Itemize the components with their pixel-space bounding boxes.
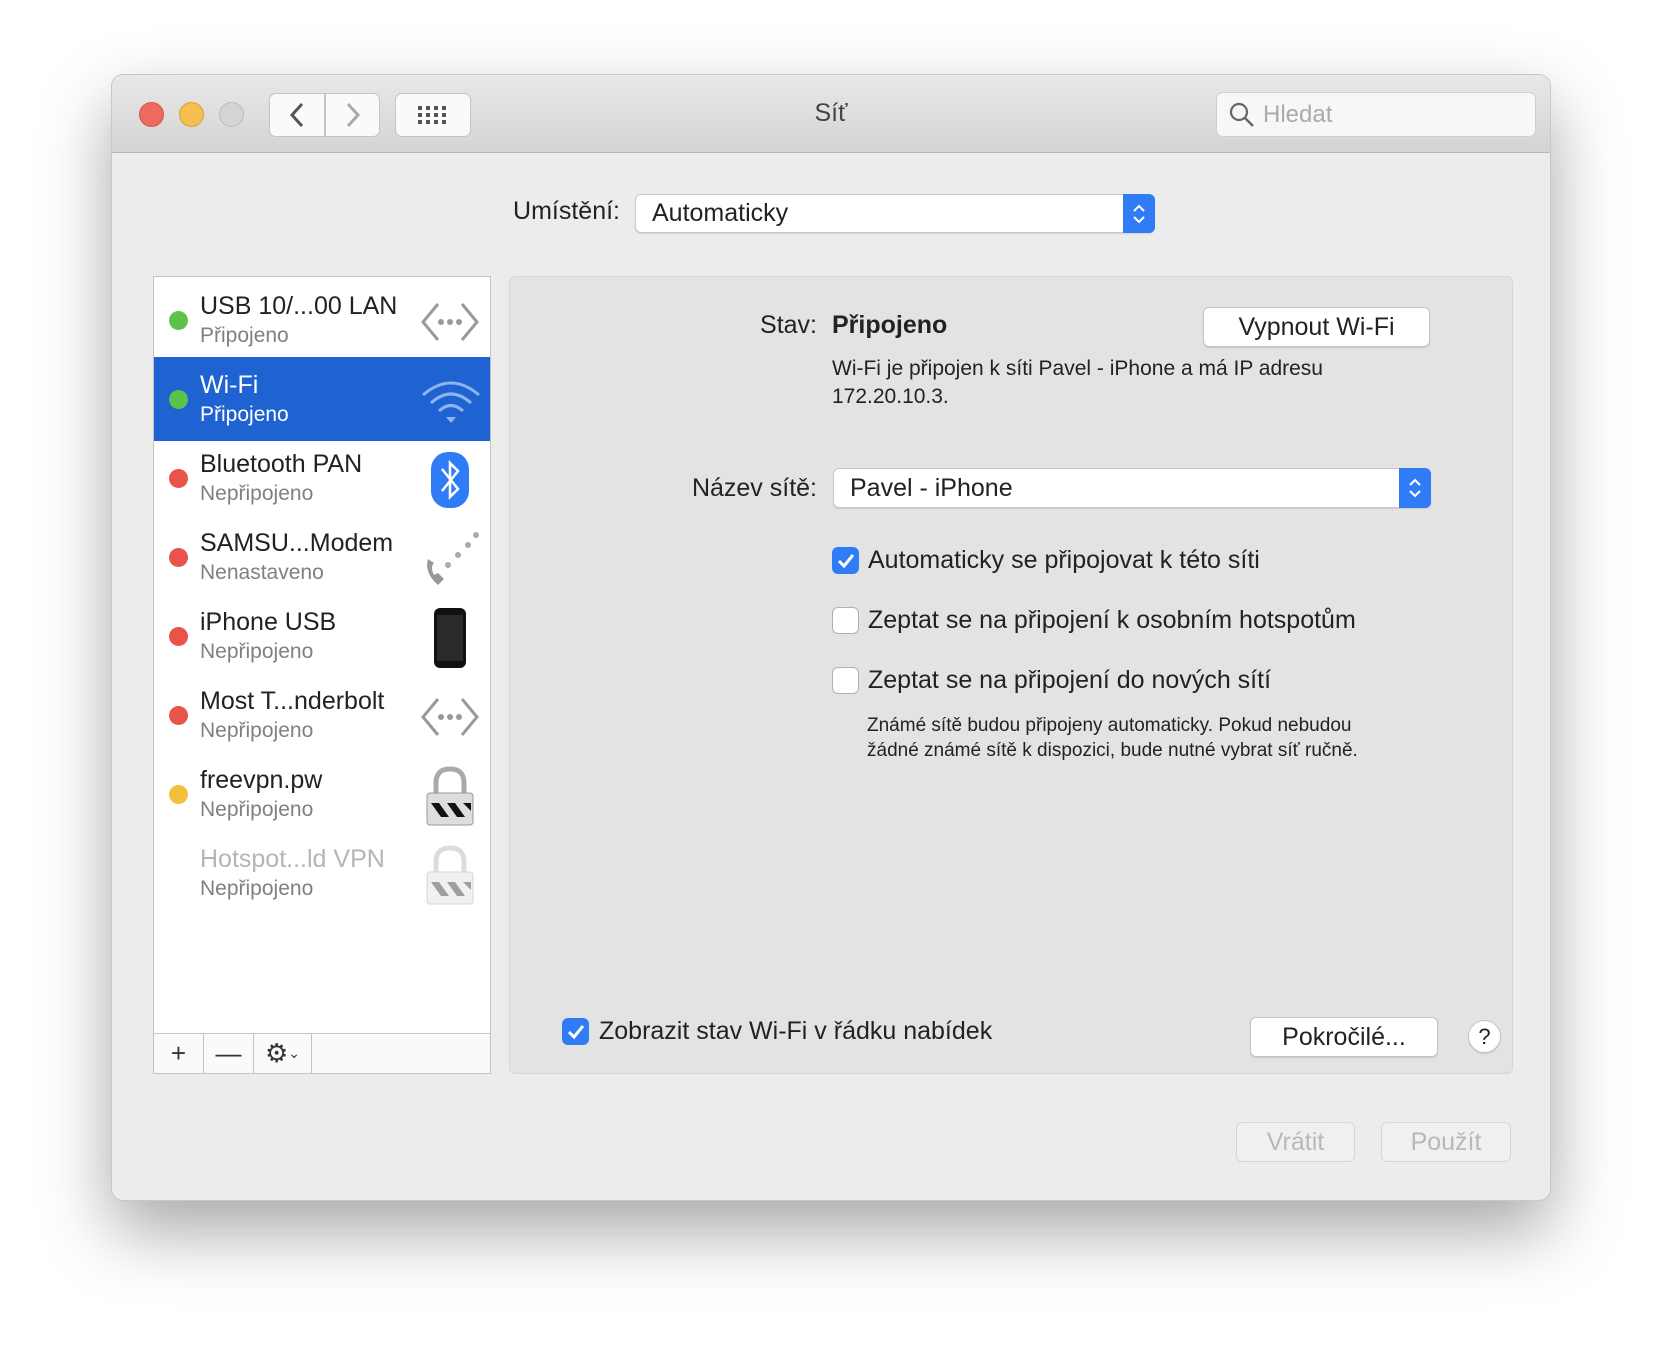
service-status: Připojeno <box>200 324 289 347</box>
location-value: Automaticky <box>652 199 789 227</box>
status-value: Připojeno <box>832 311 948 339</box>
phone-modem-icon <box>420 529 480 589</box>
service-row[interactable]: iPhone USB Nepřipojeno <box>154 594 490 678</box>
note-line: Známé sítě budou připojeny automaticky. … <box>867 715 1352 736</box>
service-row[interactable]: Most T...nderbolt Nepřipojeno <box>154 673 490 757</box>
description-ip: 172.20.10.3. <box>832 385 949 408</box>
gear-icon: ⚙ <box>264 1038 289 1068</box>
service-name: Hotspot...ld VPN <box>200 845 385 873</box>
service-status: Nepřipojeno <box>200 719 314 742</box>
wifi-icon <box>420 371 480 431</box>
service-name: Wi-Fi <box>200 371 259 399</box>
service-name: iPhone USB <box>200 608 337 636</box>
show-wifi-status-checkbox[interactable] <box>562 1018 589 1045</box>
apply-button[interactable]: Použít <box>1381 1122 1511 1162</box>
option-label: Zeptat se na připojení do nových sítí <box>868 666 1272 694</box>
known-networks-note: Známé sítě budou připojeny automaticky. … <box>867 713 1358 763</box>
vpn-lock-icon <box>420 766 480 826</box>
option-checkbox[interactable] <box>832 667 859 694</box>
option-checkbox[interactable] <box>832 607 859 634</box>
revert-button[interactable]: Vrátit <box>1236 1122 1355 1162</box>
location-label: Umístění: <box>513 197 620 225</box>
network-name-label: Název sítě: <box>691 474 817 502</box>
service-name: SAMSU...Modem <box>200 529 394 557</box>
service-name: Most T...nderbolt <box>200 687 385 715</box>
advanced-button[interactable]: Pokročilé... <box>1250 1017 1438 1057</box>
wifi-detail-pane: Stav: Připojeno Vypnout Wi-Fi Wi-Fi je p… <box>509 276 1513 1074</box>
status-label: Stav: <box>760 311 817 339</box>
status-dot <box>169 627 188 646</box>
search-field[interactable]: Hledat <box>1216 92 1536 137</box>
iphone-icon <box>420 608 480 668</box>
network-name-popup[interactable]: Pavel - iPhone <box>833 468 1431 508</box>
help-button[interactable]: ? <box>1468 1020 1501 1053</box>
status-dot <box>169 390 188 409</box>
gear-menu-button[interactable]: ⚙ ⌄ <box>254 1034 312 1073</box>
service-row[interactable]: Hotspot...ld VPN Nepřipojeno <box>154 831 490 915</box>
service-name: USB 10/...00 LAN <box>200 292 398 320</box>
service-status: Připojeno <box>200 403 289 426</box>
service-row[interactable]: USB 10/...00 LAN Připojeno <box>154 278 490 362</box>
network-name-value: Pavel - iPhone <box>850 473 1013 502</box>
popup-arrows-icon <box>1399 468 1431 508</box>
note-line: žádné známé sítě k dispozici, bude nutné… <box>867 740 1358 761</box>
ethernet-icon <box>420 292 480 352</box>
service-status: Nenastaveno <box>200 561 324 584</box>
vpn-lock-icon <box>420 845 480 905</box>
status-dot <box>169 706 188 725</box>
option-label: Zeptat se na připojení k osobním hotspot… <box>868 606 1356 634</box>
location-popup[interactable]: Automaticky <box>635 194 1155 233</box>
service-list-toolbar: + — ⚙ ⌄ <box>154 1033 490 1073</box>
show-wifi-status-label: Zobrazit stav Wi-Fi v řádku nabídek <box>599 1017 993 1045</box>
service-status: Nepřipojeno <box>200 798 314 821</box>
network-preferences-window: Síť Hledat Umístění: Automaticky Hotspot… <box>111 74 1551 1201</box>
option-label: Automaticky se připojovat k této síti <box>868 546 1260 574</box>
service-row[interactable]: freevpn.pw Nepřipojeno <box>154 752 490 836</box>
search-icon <box>1229 102 1254 127</box>
option-checkbox[interactable] <box>832 547 859 574</box>
checkmark-icon <box>837 553 854 568</box>
service-row[interactable]: Bluetooth PAN Nepřipojeno <box>154 436 490 520</box>
status-dot <box>169 785 188 804</box>
status-dot <box>169 548 188 567</box>
popup-arrows-icon <box>1123 194 1155 233</box>
description-line: Wi-Fi je připojen k síti Pavel - iPhone … <box>832 357 1323 380</box>
status-description: Wi-Fi je připojen k síti Pavel - iPhone … <box>832 355 1323 411</box>
service-row[interactable]: SAMSU...Modem Nenastaveno <box>154 515 490 599</box>
status-dot <box>169 469 188 488</box>
turn-off-wifi-button[interactable]: Vypnout Wi-Fi <box>1203 307 1430 347</box>
service-row[interactable]: Wi-Fi Připojeno <box>154 357 490 441</box>
checkmark-icon <box>567 1024 584 1039</box>
bluetooth-icon <box>420 450 480 510</box>
status-dot <box>169 311 188 330</box>
ethernet-icon <box>420 687 480 747</box>
search-placeholder: Hledat <box>1263 100 1333 128</box>
service-name: Bluetooth PAN <box>200 450 363 478</box>
title-bar: Síť Hledat <box>112 75 1550 153</box>
service-status: Nepřipojeno <box>200 640 314 663</box>
service-name: freevpn.pw <box>200 766 323 794</box>
service-list[interactable]: Hotspot...ld VPN Nepřipojeno freevpn.pw Nep… <box>153 276 491 1074</box>
service-status: Nepřipojeno <box>200 482 314 505</box>
add-service-button[interactable]: + <box>154 1034 204 1073</box>
remove-service-button[interactable]: — <box>204 1034 254 1073</box>
service-status: Nepřipojeno <box>200 877 314 900</box>
